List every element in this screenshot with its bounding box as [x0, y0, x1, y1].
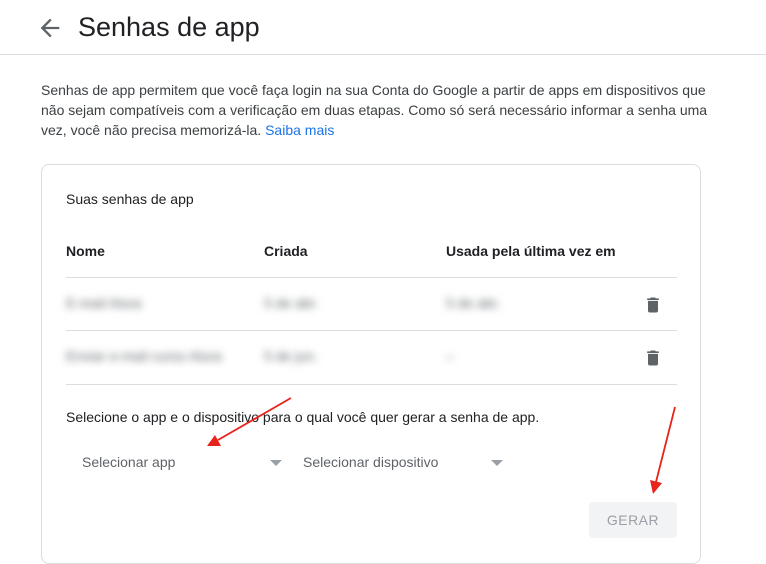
row-last-used: 5 de abr.	[446, 295, 501, 311]
arrow-left-icon	[40, 18, 60, 38]
trash-icon	[647, 297, 659, 313]
column-header-last-used: Usada pela última vez em	[446, 243, 616, 259]
page-header: Senhas de app	[0, 0, 766, 55]
learn-more-link[interactable]: Saiba mais	[265, 122, 334, 138]
card-title: Suas senhas de app	[66, 191, 194, 207]
row-last-used: –	[446, 348, 454, 364]
caret-down-icon	[270, 460, 282, 466]
description-text: Senhas de app permitem que você faça log…	[41, 82, 708, 138]
select-app-dropdown[interactable]: Selecionar app	[66, 443, 287, 483]
select-app-label: Selecionar app	[82, 454, 176, 470]
trash-icon	[647, 350, 659, 366]
row-created: 5 de jun.	[264, 348, 318, 364]
table-row: E-mail Alura 5 de abr. 5 de abr.	[66, 277, 677, 331]
generate-button[interactable]: GERAR	[589, 502, 677, 538]
select-device-dropdown[interactable]: Selecionar dispositivo	[287, 443, 509, 483]
row-created: 5 de abr.	[264, 295, 319, 311]
row-name: E-mail Alura	[66, 295, 142, 311]
table-row: Enviar e-mail curso Alura 5 de jun. –	[66, 330, 677, 385]
column-header-created: Criada	[264, 243, 308, 259]
caret-down-icon	[491, 460, 503, 466]
page-description: Senhas de app permitem que você faça log…	[41, 80, 711, 140]
back-button[interactable]	[36, 14, 64, 42]
column-header-name: Nome	[66, 243, 105, 259]
delete-button[interactable]	[643, 294, 663, 316]
app-passwords-card: Suas senhas de app Nome Criada Usada pel…	[41, 164, 701, 564]
page-title: Senhas de app	[78, 12, 260, 42]
delete-button[interactable]	[643, 347, 663, 369]
select-device-label: Selecionar dispositivo	[303, 454, 439, 470]
generate-instruction: Selecione o app e o dispositivo para o q…	[66, 409, 540, 425]
row-name: Enviar e-mail curso Alura	[66, 348, 222, 364]
